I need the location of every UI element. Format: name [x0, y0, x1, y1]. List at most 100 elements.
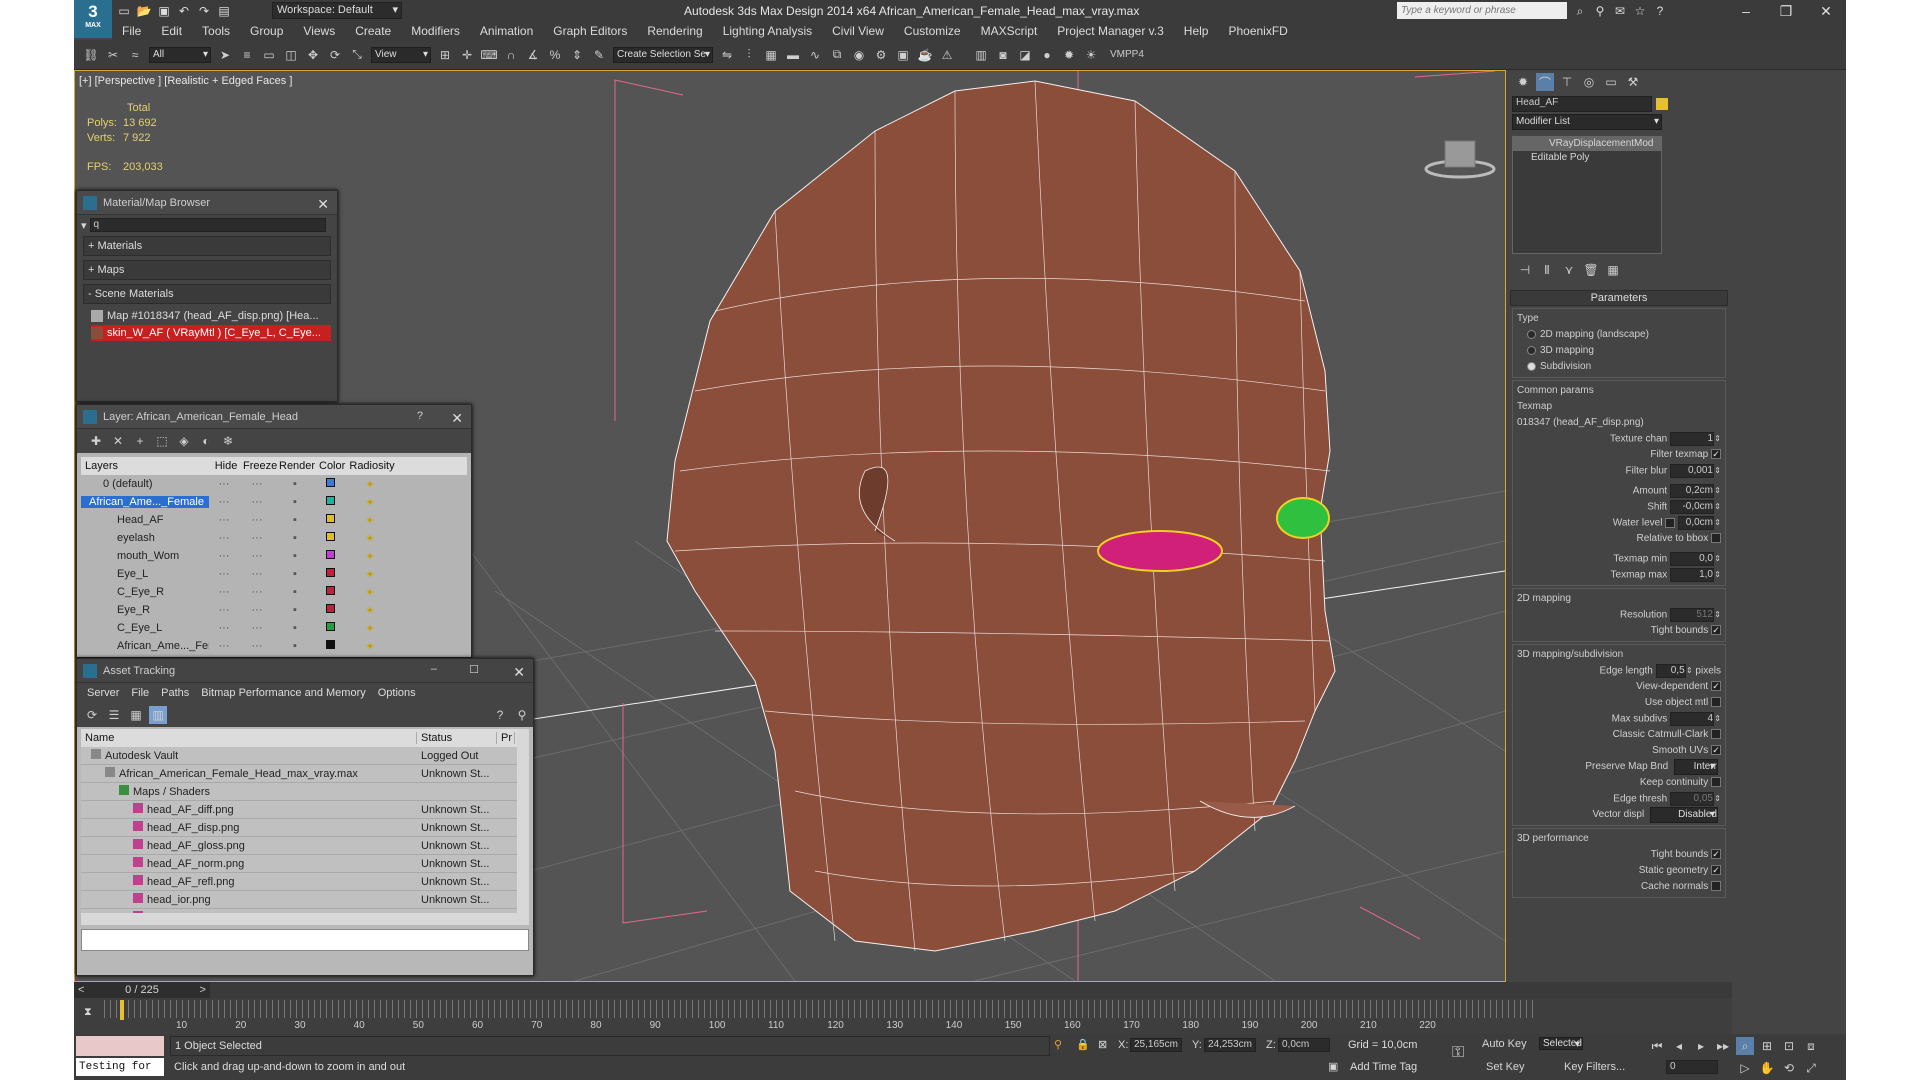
layer-column-radiosity[interactable]: Radiosity — [345, 460, 395, 472]
filter-texmap-checkbox[interactable]: ✓ — [1711, 449, 1721, 460]
texmap-button[interactable]: 018347 (head_AF_disp.png) — [1517, 415, 1721, 431]
layer-render-toggle[interactable]: ▪ — [275, 514, 315, 526]
layer-column-render[interactable]: Render — [275, 460, 315, 472]
chevron-right-icon[interactable]: > — [200, 984, 206, 996]
layer-name[interactable]: Head_AF — [81, 514, 209, 526]
render-production-icon[interactable]: ☕ — [916, 46, 934, 64]
horizontal-scrollbar[interactable] — [81, 913, 529, 925]
rotate-icon[interactable]: ⟳ — [326, 46, 344, 64]
display-tab-icon[interactable]: ▭ — [1602, 73, 1620, 91]
z-coordinate-field[interactable]: 0,0cm — [1278, 1038, 1330, 1052]
asset-menu-paths[interactable]: Paths — [161, 687, 189, 699]
close-icon[interactable]: ✕ — [451, 410, 463, 427]
layer-freeze-toggle[interactable]: ··· — [239, 550, 275, 562]
menu-item-project-manager-v-3[interactable]: Project Manager v.3 — [1057, 24, 1164, 38]
set-key-button[interactable]: Set Key — [1486, 1061, 1525, 1073]
material-section[interactable]: - Scene Materials — [83, 284, 331, 304]
menu-item-help[interactable]: Help — [1184, 24, 1209, 38]
workspace-dropdown[interactable]: Workspace: Default ▾ — [272, 2, 402, 19]
menu-item-maxscript[interactable]: MAXScript — [981, 24, 1038, 38]
pan-icon[interactable]: ✋ — [1758, 1059, 1776, 1077]
radio-icon[interactable] — [1527, 361, 1536, 371]
layer-freeze-toggle[interactable]: ··· — [239, 604, 275, 616]
spinner-icon[interactable]: ⇕ — [1714, 499, 1721, 515]
material-list-item[interactable]: skin_W_AF ( VRayMtl ) [C_Eye_L, C_Eye... — [91, 325, 331, 341]
material-editor-icon[interactable]: ◉ — [850, 46, 868, 64]
layer-freeze-toggle[interactable]: ··· — [239, 496, 275, 508]
reference-coord-dropdown[interactable]: View — [371, 46, 431, 63]
unlink-icon[interactable]: ✂ — [104, 46, 122, 64]
layer-name[interactable]: mouth_Wom — [81, 550, 209, 562]
layer-color-cell[interactable] — [315, 586, 345, 598]
communication-icon[interactable]: ✉ — [1612, 3, 1628, 19]
current-frame-marker[interactable] — [120, 1000, 124, 1020]
create-tab-icon[interactable]: ✹ — [1514, 73, 1532, 91]
pivot-icon[interactable]: ⊞ — [436, 46, 454, 64]
current-frame-field[interactable]: 0 — [1666, 1060, 1718, 1074]
window-crossing-icon[interactable]: ◫ — [282, 46, 300, 64]
configure-sets-icon[interactable]: ▦ — [1604, 261, 1622, 279]
layer-name[interactable]: 0 (default) — [81, 478, 209, 490]
zoom-all-icon[interactable]: ⊞ — [1758, 1037, 1776, 1055]
mirror-icon[interactable]: ⇋ — [718, 46, 736, 64]
layer-color-swatch[interactable] — [325, 622, 335, 631]
pin-icon[interactable]: ⚲ — [513, 706, 531, 724]
layer-name[interactable]: Eye_L — [81, 568, 209, 580]
asset-row[interactable]: head_AF_diff.png Unknown St... — [81, 801, 529, 819]
asset-tracking-header[interactable]: Asset Tracking – ☐ ✕ — [77, 659, 533, 683]
maximize-viewport-icon[interactable]: ⤢ — [1802, 1059, 1820, 1077]
asset-menu-server[interactable]: Server — [87, 687, 119, 699]
layer-color-cell[interactable] — [315, 622, 345, 634]
layer-row[interactable]: C_Eye_L ··· ··· ▪ ✦ — [81, 619, 467, 637]
layer-column-freeze[interactable]: Freeze — [239, 460, 277, 472]
layer-hide-toggle[interactable]: ··· — [209, 568, 239, 580]
spinner-icon[interactable]: ⇕ — [1714, 567, 1721, 583]
radiosity-icon[interactable]: ✦ — [345, 496, 395, 509]
layer-color-swatch[interactable] — [325, 514, 335, 523]
refresh-icon[interactable]: ⟳ — [83, 706, 101, 724]
layer-render-toggle[interactable]: ▪ — [275, 568, 315, 580]
radiosity-icon[interactable]: ✦ — [345, 532, 395, 545]
material-section[interactable]: + Maps — [83, 260, 331, 280]
link-icon[interactable]: ⛓ — [82, 46, 100, 64]
viewport-label[interactable]: [+] [Perspective ] [Realistic + Edged Fa… — [79, 75, 292, 87]
layer-freeze-toggle[interactable]: ··· — [239, 478, 275, 490]
radiosity-icon[interactable]: ✦ — [345, 622, 395, 635]
object-name-field[interactable]: Head_AF — [1512, 96, 1652, 112]
layer-freeze-toggle[interactable]: ··· — [239, 532, 275, 544]
layer-color-swatch[interactable] — [325, 496, 335, 505]
favorites-star-icon[interactable]: ☆ — [1632, 3, 1648, 19]
subscription-icon[interactable]: ⚲ — [1592, 3, 1608, 19]
tight-bounds-checkbox[interactable]: ✓ — [1711, 625, 1721, 636]
zoom-extents-all-icon[interactable]: ⧈ — [1802, 1037, 1820, 1055]
asset-row[interactable]: head_AF_refl.png Unknown St... — [81, 873, 529, 891]
close-button[interactable]: ✕ — [1806, 0, 1846, 22]
vray-camera-icon[interactable]: ◙ — [994, 46, 1012, 64]
edge-length-field[interactable]: 0,5 — [1655, 664, 1686, 678]
scale-icon[interactable]: ⤡ — [348, 46, 366, 64]
maxscript-listener-pink[interactable] — [76, 1036, 164, 1056]
filter-blur-field[interactable]: 0,001 — [1670, 464, 1714, 478]
type-option[interactable]: 3D mapping — [1517, 343, 1721, 359]
layer-freeze-toggle[interactable]: ··· — [239, 586, 275, 598]
maxscript-mini-listener[interactable]: Testing for : — [76, 1058, 164, 1080]
layer-color-cell[interactable] — [315, 604, 345, 616]
ribbon-icon[interactable]: ▬ — [784, 46, 802, 64]
spinner-icon[interactable]: ⇕ — [1714, 711, 1721, 727]
vray-frame-buffer-icon[interactable]: ▥ — [972, 46, 990, 64]
relative-bbox-checkbox[interactable] — [1711, 533, 1721, 544]
named-selection-dropdown[interactable]: Create Selection Se — [613, 46, 713, 63]
layer-hide-toggle[interactable]: ··· — [209, 514, 239, 526]
spinner-icon[interactable]: ⇕ — [1714, 607, 1721, 623]
close-icon[interactable]: ✕ — [317, 196, 329, 213]
layer-row[interactable]: 0 (default) ··· ··· ▪ ✦ — [81, 475, 467, 493]
menu-item-lighting-analysis[interactable]: Lighting Analysis — [723, 24, 812, 38]
edge-thresh-field[interactable]: 0,05 — [1670, 792, 1714, 806]
asset-column-status[interactable]: Status — [417, 732, 497, 744]
texmap-max-field[interactable]: 1,0 — [1670, 568, 1714, 582]
layer-name[interactable]: African_Ame..._Female — [81, 496, 209, 508]
spinner-icon[interactable]: ⇕ — [1714, 431, 1721, 447]
layer-color-cell[interactable] — [315, 496, 345, 508]
layer-row[interactable]: mouth_Wom ··· ··· ▪ ✦ — [81, 547, 467, 565]
layer-freeze-toggle[interactable]: ··· — [239, 568, 275, 580]
